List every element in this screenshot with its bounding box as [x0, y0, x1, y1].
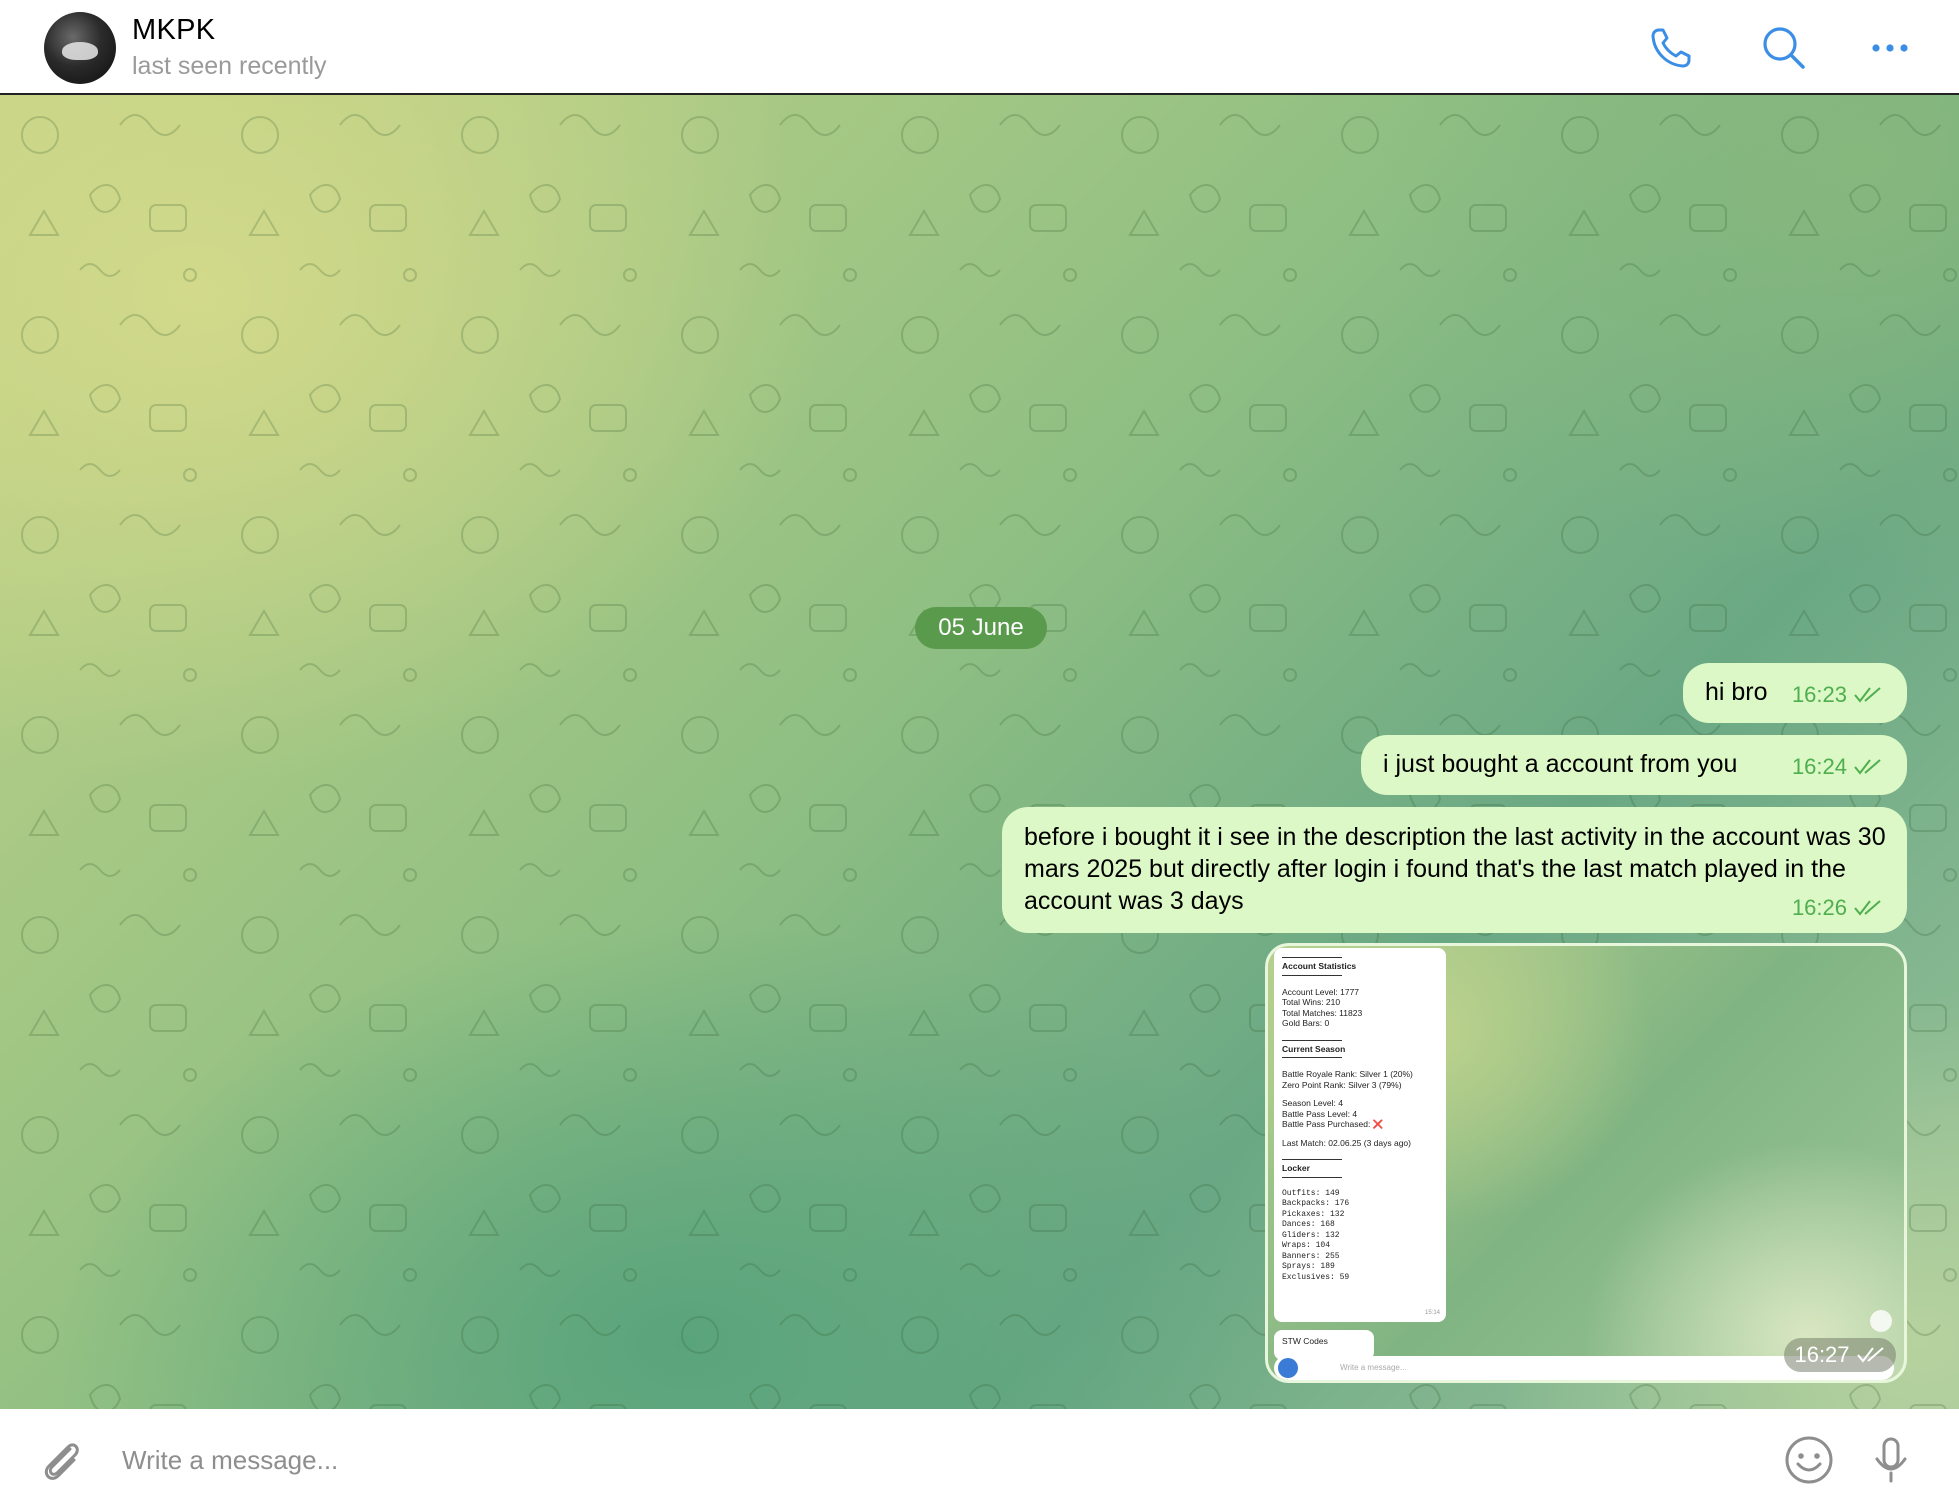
emoji-icon[interactable] — [1782, 1433, 1836, 1487]
stat-line: Battle Pass Level: 4 — [1282, 1108, 1358, 1119]
card-time: 15:14 — [1424, 1309, 1440, 1316]
divider — [1282, 974, 1342, 976]
message-text: i just bought a account from you — [1383, 750, 1738, 778]
double-check-icon — [1854, 687, 1881, 703]
double-check-icon — [1854, 759, 1881, 775]
double-check-icon — [1856, 1347, 1884, 1363]
message-input[interactable] — [120, 1433, 1744, 1487]
message-time: 16:23 — [1791, 682, 1847, 707]
attach-icon[interactable] — [34, 1433, 88, 1487]
stat-line: Total Matches: 11823 — [1282, 1007, 1363, 1018]
message-text: before i bought it i see in the descript… — [1024, 823, 1886, 915]
search-icon[interactable] — [1758, 22, 1810, 74]
screenshot-stats-card: Account Statistics Account Level: 1777 T… — [1274, 948, 1446, 1322]
locker-line: Exclusives: 59 — [1282, 1272, 1350, 1282]
stat-line: Total Wins: 210 — [1282, 997, 1341, 1007]
double-check-icon — [1854, 900, 1881, 916]
message-time: 16:27 — [1794, 1342, 1850, 1367]
stat-line: Account Level: 1777 — [1282, 986, 1360, 997]
locker-line: Dances: 168 — [1282, 1220, 1335, 1229]
contact-name[interactable]: MKPK — [132, 14, 215, 47]
locker-line: Gliders: 132 — [1282, 1230, 1340, 1240]
image-time-badge: 16:27 — [1784, 1338, 1896, 1372]
message-text: hi bro — [1705, 678, 1768, 706]
message-time: 16:24 — [1791, 754, 1847, 779]
message-meta: 16:26 — [1792, 895, 1883, 921]
outgoing-message[interactable]: hi bro 16:23 — [1683, 663, 1907, 723]
screenshot-title: Account Statistics — [1282, 961, 1357, 971]
microphone-icon[interactable] — [1864, 1433, 1918, 1487]
avatar[interactable] — [44, 12, 116, 84]
divider — [1282, 1176, 1342, 1178]
more-icon[interactable] — [1864, 22, 1916, 74]
stat-line: Battle Royale Rank: Silver 1 (20%) — [1282, 1069, 1413, 1079]
stat-line: Gold Bars: 0 — [1282, 1018, 1330, 1028]
outgoing-message[interactable]: i just bought a account from you 16:24 — [1361, 735, 1907, 795]
phone-icon[interactable] — [1645, 22, 1697, 74]
locker-line: Pickaxes: 132 — [1282, 1209, 1345, 1219]
locker-line: Sprays: 189 — [1282, 1262, 1335, 1271]
stat-line: Battle Pass Purchased: ❌ — [1282, 1119, 1384, 1129]
divider — [1282, 1057, 1342, 1058]
message-meta: 16:24 — [1792, 754, 1883, 780]
screenshot-section-title: Locker — [1282, 1163, 1310, 1173]
locker-line: Wraps: 104 — [1282, 1241, 1331, 1250]
locker-line: Outfits: 149 — [1282, 1188, 1340, 1198]
message-meta: 16:23 — [1792, 682, 1883, 708]
locker-line: Backpacks: 176 — [1282, 1199, 1350, 1208]
date-separator: 05 June — [915, 607, 1047, 649]
outgoing-message[interactable]: before i bought it i see in the descript… — [1002, 807, 1907, 933]
message-time: 16:26 — [1791, 895, 1847, 920]
screenshot-input-placeholder: Write a message... — [1340, 1363, 1407, 1372]
stw-title: STW Codes — [1282, 1336, 1328, 1346]
divider — [1282, 1159, 1342, 1160]
divider — [1282, 1039, 1342, 1041]
image-message[interactable]: Account Statistics Account Level: 1777 T… — [1265, 943, 1907, 1383]
message-composer — [0, 1409, 1959, 1509]
screenshot-section-title: Current Season — [1282, 1043, 1346, 1054]
divider — [1282, 957, 1342, 958]
chat-area[interactable]: 05 June hi bro 16:23 i just bought a acc… — [0, 95, 1959, 1409]
stat-line: Zero Point Rank: Silver 3 (79%) — [1282, 1079, 1402, 1090]
chevron-down-icon — [1870, 1310, 1892, 1332]
locker-line: Banners: 255 — [1282, 1251, 1340, 1261]
stat-line: Season Level: 4 — [1282, 1098, 1343, 1108]
stat-line: Last Match: 02.06.25 (3 days ago) — [1282, 1137, 1411, 1148]
menu-icon — [1278, 1358, 1298, 1378]
chat-header: MKPK last seen recently — [0, 0, 1959, 95]
contact-status: last seen recently — [132, 52, 327, 80]
